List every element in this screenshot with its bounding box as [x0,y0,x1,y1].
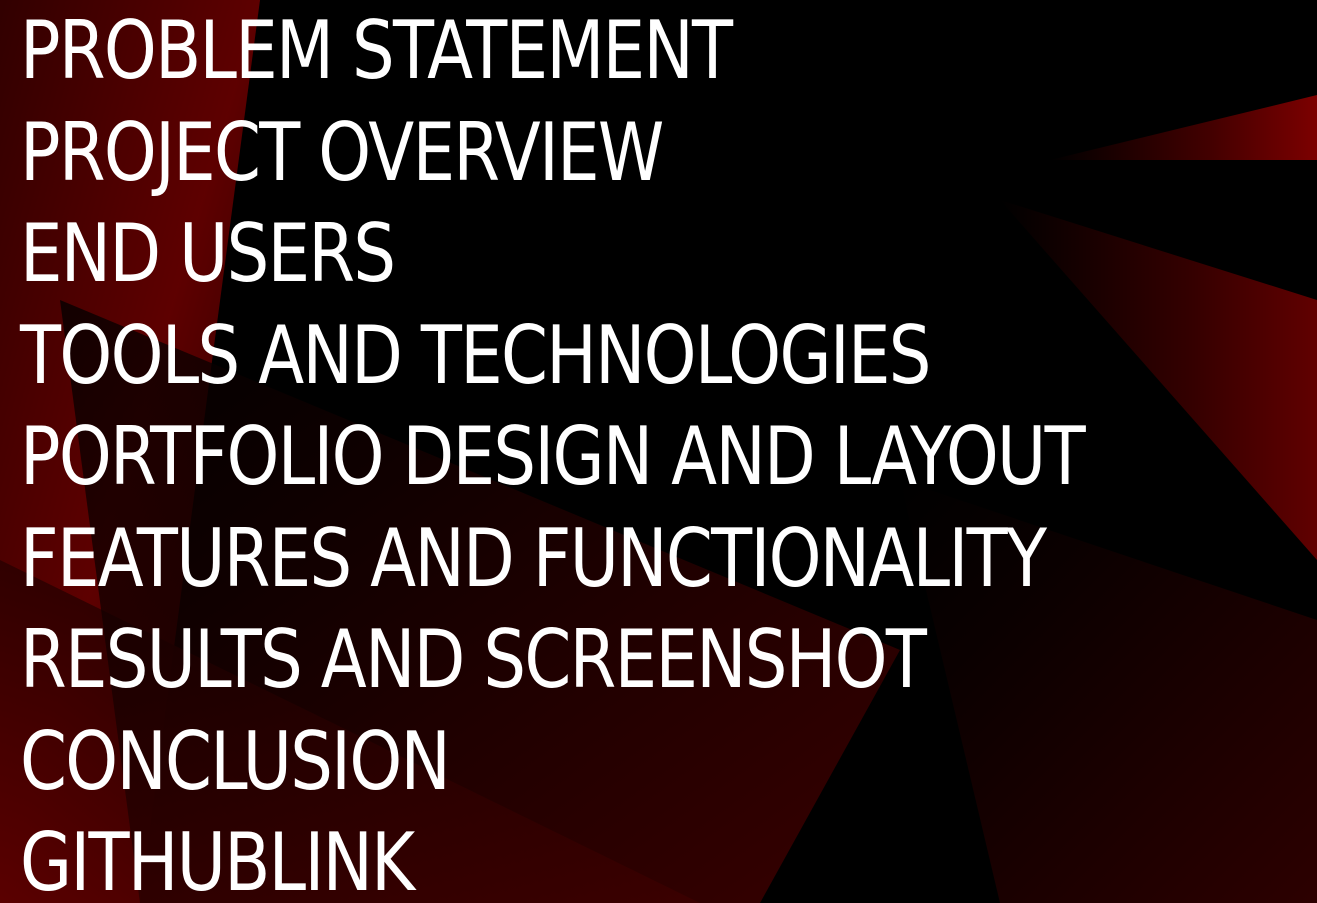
agenda-item-portfolio-design-and-layout: PORTFOLIO DESIGN AND LAYOUT [20,410,1086,503]
agenda-item-end-users: END USERS [20,207,396,300]
agenda-list: PROBLEM STATEMENT PROJECT OVERVIEW END U… [20,0,1287,903]
slide: PROBLEM STATEMENT PROJECT OVERVIEW END U… [0,0,1317,903]
agenda-item-problem-statement: PROBLEM STATEMENT [20,4,733,97]
agenda-item-results-and-screenshot: RESULTS AND SCREENSHOT [20,613,927,706]
agenda-item-githublink: GITHUBLINK [20,816,415,903]
agenda-item-features-and-functionality: FEATURES AND FUNCTIONALITY [20,511,1047,605]
agenda-item-conclusion: CONCLUSION [20,714,451,808]
agenda-item-project-overview: PROJECT OVERVIEW [20,105,664,199]
agenda-item-tools-and-technologies: TOOLS AND TECHNOLOGIES [20,308,931,402]
